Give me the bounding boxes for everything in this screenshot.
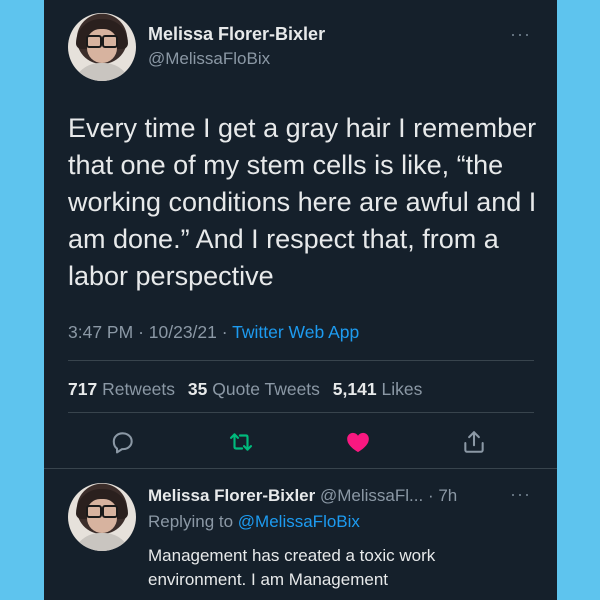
heart-icon[interactable]	[345, 429, 371, 455]
likes-label: Likes	[381, 379, 423, 399]
reply-header: Melissa Florer-Bixler @MelissaFl... · 7h	[148, 486, 457, 506]
author-avatar[interactable]	[68, 13, 136, 81]
tweet-card: Melissa Florer-Bixler @MelissaFloBix ···…	[44, 0, 557, 600]
reply-time[interactable]: · 7h	[428, 486, 457, 505]
author-name[interactable]: Melissa Florer-Bixler	[148, 24, 325, 45]
tweet-text: Every time I get a gray hair I remember …	[68, 113, 537, 291]
tweet-date[interactable]: 10/23/21	[149, 322, 217, 342]
reply-text: Management has created a toxic work envi…	[148, 546, 436, 589]
retweets-label: Retweets	[102, 379, 176, 399]
tweet-stats: 717 Retweets 35 Quote Tweets 5,141 Likes	[68, 379, 422, 400]
divider	[68, 360, 534, 361]
divider	[44, 468, 557, 469]
quote-tweets-label: Quote Tweets	[212, 379, 320, 399]
more-horizontal-icon[interactable]: ···	[510, 24, 531, 45]
meta-separator: ·	[138, 322, 144, 342]
replying-to-handle[interactable]: @MelissaFloBix	[238, 512, 360, 531]
tweet-time[interactable]: 3:47 PM	[68, 322, 133, 342]
author-handle[interactable]: @MelissaFloBix	[148, 49, 270, 69]
retweets-count: 717	[68, 379, 98, 399]
likes-count: 5,141	[332, 379, 377, 399]
reply-icon[interactable]	[110, 429, 136, 455]
retweet-icon[interactable]	[228, 429, 254, 455]
retweets-stat[interactable]: 717 Retweets	[68, 379, 175, 399]
reply-author-handle[interactable]: @MelissaFl...	[320, 486, 423, 505]
quote-tweets-count: 35	[187, 379, 208, 399]
likes-stat[interactable]: 5,141 Likes	[333, 379, 423, 399]
meta-separator: ·	[221, 322, 228, 342]
tweet-meta: 3:47 PM · 10/23/21 · Twitter Web App	[68, 322, 359, 343]
replying-to: Replying to @MelissaFloBix	[148, 512, 360, 532]
tweet-source-app[interactable]: Twitter Web App	[232, 322, 359, 342]
replying-to-label: Replying to	[148, 512, 234, 531]
divider	[68, 412, 534, 413]
reply-author-avatar[interactable]	[68, 483, 136, 551]
reply-author-name[interactable]: Melissa Florer-Bixler	[148, 486, 315, 505]
more-horizontal-icon[interactable]: ···	[510, 484, 531, 505]
share-icon[interactable]	[461, 429, 487, 455]
quote-tweets-stat[interactable]: 35 Quote Tweets	[188, 379, 320, 399]
